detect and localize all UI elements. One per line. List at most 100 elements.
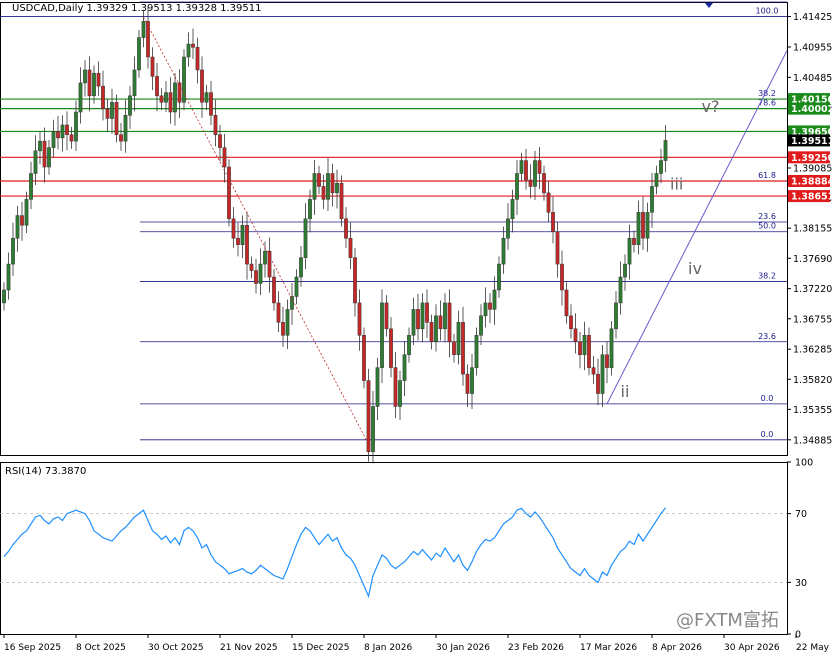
candle-body bbox=[483, 302, 488, 317]
candle-body bbox=[330, 173, 335, 194]
candle-body bbox=[411, 309, 416, 336]
candle-body bbox=[65, 124, 69, 135]
candle-body bbox=[402, 354, 407, 381]
candle-body bbox=[605, 354, 609, 368]
fib-level-label: 50.0 bbox=[758, 222, 776, 231]
candle-body bbox=[290, 296, 294, 310]
candle-body bbox=[78, 82, 83, 113]
candle-body bbox=[227, 166, 231, 220]
candle-body bbox=[506, 218, 510, 239]
price-tick-label: 1.37690 bbox=[793, 254, 832, 265]
fib-level-label: 23.6 bbox=[758, 212, 776, 221]
candle-body bbox=[29, 173, 33, 200]
fib-level-label: 23.6 bbox=[758, 332, 776, 341]
rsi-tick-label: 0 bbox=[795, 630, 801, 641]
candle-body bbox=[461, 322, 465, 375]
candle-body bbox=[510, 199, 515, 220]
candle-body bbox=[456, 322, 461, 355]
price-label: 1.38884 bbox=[791, 176, 832, 187]
candle-body bbox=[551, 212, 555, 232]
candle-body bbox=[348, 237, 353, 258]
price-label: 1.40002 bbox=[791, 104, 832, 115]
candle-body bbox=[249, 263, 254, 271]
x-tick-label: 8 Oct 2025 bbox=[76, 643, 126, 653]
candle-body bbox=[24, 199, 29, 226]
x-tick-label: 30 Oct 2025 bbox=[148, 643, 204, 653]
x-tick-label: 8 Apr 2026 bbox=[652, 643, 702, 653]
wave-label: ii bbox=[621, 382, 630, 401]
candle-body bbox=[371, 406, 375, 453]
candle-body bbox=[159, 95, 164, 103]
candle-body bbox=[204, 92, 209, 103]
candle-body bbox=[11, 237, 15, 265]
candle-body bbox=[524, 160, 528, 181]
price-label: 1.39511 bbox=[791, 136, 832, 147]
candle-body bbox=[393, 367, 398, 407]
candle-body bbox=[168, 92, 173, 113]
candle-body bbox=[200, 69, 204, 103]
x-tick-label: 21 Nov 2025 bbox=[220, 643, 278, 653]
candle-body bbox=[42, 140, 47, 168]
candle-body bbox=[389, 328, 393, 368]
candle-body bbox=[366, 380, 371, 453]
candle-body bbox=[276, 302, 281, 323]
candle-body bbox=[515, 173, 519, 200]
price-tick-label: 1.40955 bbox=[793, 42, 832, 53]
candle-body bbox=[654, 173, 659, 187]
candle-body bbox=[56, 131, 60, 139]
price-tick-label: 1.35355 bbox=[793, 405, 832, 416]
x-tick-label: 16 Sep 2025 bbox=[4, 643, 61, 653]
candle-body bbox=[119, 134, 123, 142]
candle-body bbox=[245, 225, 249, 265]
candle-body bbox=[218, 134, 222, 148]
fxtm-watermark: @FXTM富拓 bbox=[676, 610, 779, 631]
candle-body bbox=[51, 131, 56, 148]
candle-body bbox=[452, 341, 456, 355]
rsi-tick-label: 100 bbox=[795, 458, 813, 469]
candle-body bbox=[542, 173, 546, 194]
candle-body bbox=[6, 263, 11, 291]
candle-body bbox=[69, 134, 74, 142]
candle-body bbox=[15, 215, 20, 239]
candle-body bbox=[555, 231, 560, 265]
candle-body bbox=[659, 160, 663, 174]
candle-body bbox=[33, 150, 38, 174]
candle-body bbox=[231, 218, 236, 239]
price-label: 1.38651 bbox=[791, 192, 832, 203]
candle-body bbox=[195, 47, 200, 71]
price-tick-label: 1.34885 bbox=[793, 435, 832, 446]
candle-body bbox=[132, 69, 137, 97]
candle-body bbox=[632, 237, 636, 245]
candle-body bbox=[263, 250, 267, 265]
candle-body bbox=[429, 322, 434, 343]
candle-body bbox=[501, 237, 506, 265]
price-tick-label: 1.36285 bbox=[793, 345, 832, 356]
candle-body bbox=[83, 69, 87, 84]
candle-body bbox=[308, 199, 312, 220]
candle-body bbox=[465, 373, 470, 394]
candle-body bbox=[312, 173, 317, 200]
candle-body bbox=[537, 160, 542, 174]
wave-label: v? bbox=[702, 97, 720, 116]
candle-body bbox=[407, 335, 411, 355]
candle-body bbox=[645, 212, 650, 239]
candle-body bbox=[294, 276, 299, 297]
candle-body bbox=[641, 212, 645, 239]
candle-body bbox=[398, 380, 402, 407]
candle-body bbox=[60, 124, 65, 139]
candle-body bbox=[560, 263, 564, 291]
fib-level-label: 100.0 bbox=[756, 7, 779, 16]
price-tick-label: 1.40485 bbox=[793, 73, 832, 84]
fib-level-label: 0.0 bbox=[761, 430, 774, 439]
candle-body bbox=[447, 302, 452, 342]
candle-body bbox=[209, 92, 213, 116]
candle-body bbox=[474, 335, 479, 368]
fib-level-label: 50.0 bbox=[758, 0, 776, 1]
candle-body bbox=[272, 276, 276, 304]
x-tick-label: 30 Apr 2026 bbox=[724, 643, 780, 653]
candle-body bbox=[479, 315, 483, 336]
candle-body bbox=[281, 322, 285, 336]
candle-body bbox=[38, 140, 42, 152]
rsi-tick-label: 30 bbox=[795, 578, 807, 589]
candle-body bbox=[137, 37, 141, 71]
